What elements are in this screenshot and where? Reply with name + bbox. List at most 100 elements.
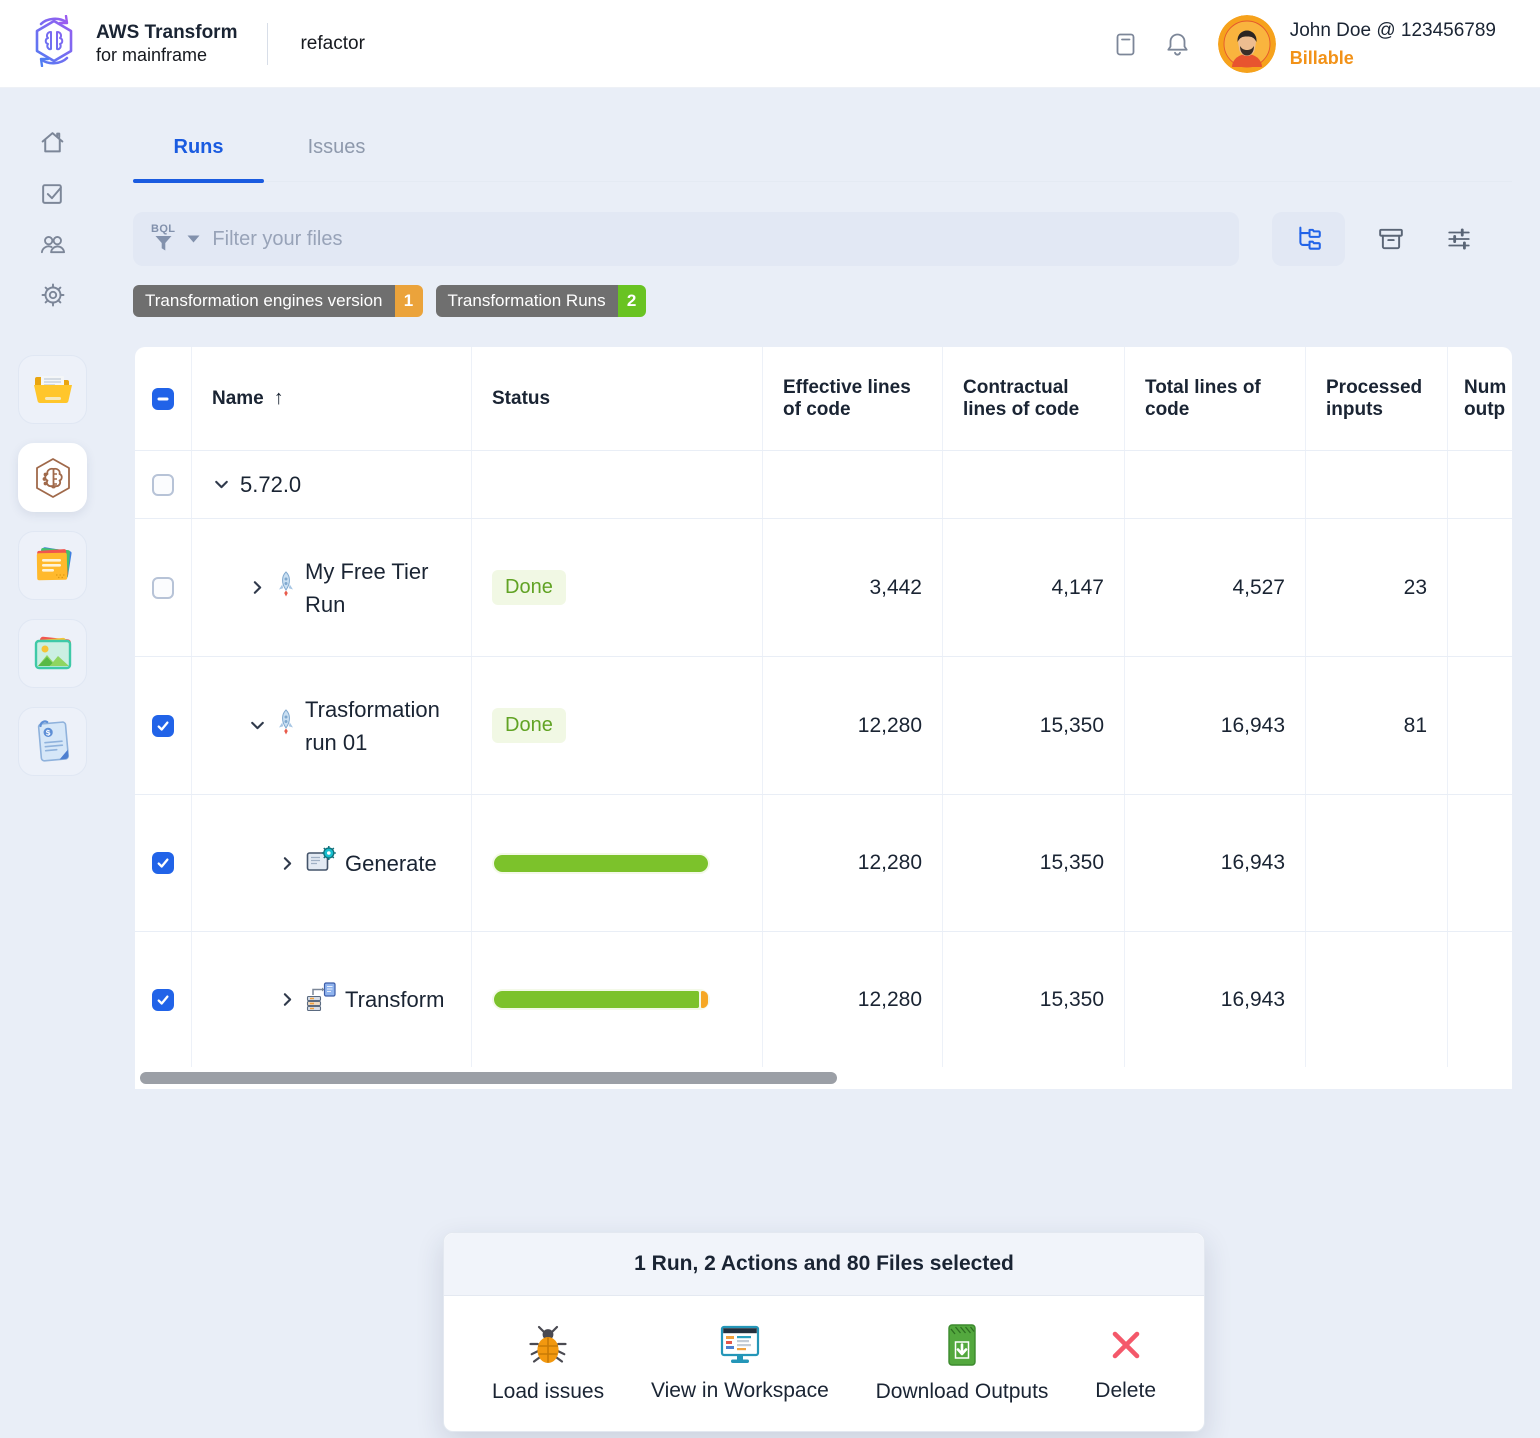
tab-bar: Runs Issues: [133, 118, 1512, 182]
row-checkbox[interactable]: [152, 474, 174, 496]
billable-badge: Billable: [1290, 45, 1496, 71]
top-header: AWS Transform for mainframe refactor: [0, 0, 1540, 88]
status-badge: Done: [492, 570, 566, 605]
action-name: Generate: [345, 847, 437, 880]
chevron-right-icon[interactable]: [248, 578, 267, 597]
workspace-monitor-icon: [717, 1324, 763, 1371]
delete-button[interactable]: Delete: [1095, 1324, 1156, 1403]
tab-runs[interactable]: Runs: [133, 118, 264, 181]
tasks-icon[interactable]: [39, 179, 67, 207]
tab-issues[interactable]: Issues: [264, 118, 409, 181]
tree-view-icon[interactable]: [1272, 212, 1345, 266]
app-title-block: AWS Transform for mainframe: [96, 21, 237, 66]
row-checkbox[interactable]: [152, 715, 174, 737]
invoice-card-icon[interactable]: $: [18, 707, 87, 776]
column-header-name[interactable]: Name ↑: [192, 347, 472, 450]
column-header-contractual-loc[interactable]: Contractual lines of code: [943, 347, 1125, 450]
table-row-action[interactable]: Transform 12,280 15,350 16,943: [135, 931, 1512, 1067]
user-avatar[interactable]: [1218, 15, 1276, 73]
contractual-loc-value: 15,350: [943, 795, 1125, 931]
runs-table: Name ↑ Status Effective lines of code Co…: [135, 347, 1512, 1089]
chip-label: Transformation engines version: [133, 285, 395, 317]
action-label: View in Workspace: [651, 1379, 829, 1403]
processed-inputs-value: [1306, 795, 1448, 931]
app-title: AWS Transform: [96, 21, 237, 45]
download-icon: [940, 1323, 984, 1372]
load-issues-button[interactable]: Load issues: [492, 1323, 604, 1404]
transform-icon: [306, 982, 336, 1017]
select-all-checkbox[interactable]: [152, 388, 174, 410]
table-row-action[interactable]: Generate 12,280 15,350 16,943: [135, 794, 1512, 931]
chevron-down-icon[interactable]: [248, 716, 267, 735]
progress-orange-segment: [701, 991, 708, 1008]
images-card-icon[interactable]: [18, 619, 87, 688]
docs-icon[interactable]: [1100, 32, 1152, 57]
column-header-num-outputs[interactable]: Num outp: [1448, 347, 1512, 450]
table-row-version-group[interactable]: 5.72.0: [135, 450, 1512, 518]
contractual-loc-value: 15,350: [943, 657, 1125, 794]
progress-bar: [492, 989, 710, 1010]
selection-action-panel: 1 Run, 2 Actions and 80 Files selected: [443, 1232, 1205, 1432]
delete-x-icon: [1105, 1324, 1147, 1371]
filter-mode-caret-icon[interactable]: [187, 230, 200, 248]
left-sidebar: $: [0, 88, 105, 1438]
archive-icon[interactable]: [1369, 217, 1413, 261]
aws-transform-logo-icon: [28, 15, 80, 72]
progress-green-segment: [494, 855, 708, 872]
status-badge: Done: [492, 708, 566, 743]
table-row-run[interactable]: My Free Tier Run Done 3,442 4,147 4,527 …: [135, 518, 1512, 656]
column-header-total-loc[interactable]: Total lines of code: [1125, 347, 1306, 450]
row-checkbox[interactable]: [152, 577, 174, 599]
app-logo-block: AWS Transform for mainframe refactor: [28, 15, 365, 72]
chevron-down-icon[interactable]: [212, 475, 231, 494]
notes-card-icon[interactable]: [18, 531, 87, 600]
processed-inputs-value: [1306, 932, 1448, 1067]
processed-inputs-value: 81: [1306, 657, 1448, 794]
version-label: 5.72.0: [240, 468, 301, 501]
sliders-icon[interactable]: [1437, 217, 1481, 261]
total-loc-value: 16,943: [1125, 932, 1306, 1067]
column-header-effective-loc[interactable]: Effective lines of code: [763, 347, 943, 450]
download-outputs-button[interactable]: Download Outputs: [876, 1323, 1049, 1404]
rocket-icon: [276, 709, 296, 742]
settings-icon[interactable]: [39, 281, 67, 309]
brain-hexagon-icon[interactable]: [18, 443, 87, 512]
effective-loc-value: 12,280: [763, 795, 943, 931]
users-icon[interactable]: [39, 230, 67, 258]
bug-icon: [526, 1323, 570, 1372]
user-name: John Doe @ 123456789: [1290, 17, 1496, 45]
total-loc-value: 16,943: [1125, 657, 1306, 794]
view-in-workspace-button[interactable]: View in Workspace: [651, 1324, 829, 1403]
filter-chip-transformation-runs[interactable]: Transformation Runs 2: [436, 285, 646, 317]
column-header-status[interactable]: Status: [472, 347, 763, 450]
page: AWS Transform for mainframe refactor: [0, 0, 1540, 1438]
column-label: Name: [212, 388, 264, 410]
row-checkbox[interactable]: [152, 989, 174, 1011]
column-header-processed-inputs[interactable]: Processed inputs: [1306, 347, 1448, 450]
run-name: My Free Tier Run: [305, 555, 457, 621]
action-label: Load issues: [492, 1380, 604, 1404]
filter-files-input[interactable]: [212, 228, 1221, 251]
effective-loc-value: 12,280: [763, 932, 943, 1067]
table-row-run[interactable]: Trasformation run 01 Done 12,280 15,350 …: [135, 656, 1512, 794]
bell-icon[interactable]: [1152, 31, 1204, 58]
filter-input-wrap: BQL: [133, 212, 1239, 266]
folder-card-icon[interactable]: [18, 355, 87, 424]
chip-label: Transformation Runs: [436, 285, 618, 317]
progress-bar: [492, 853, 710, 874]
user-info[interactable]: John Doe @ 123456789 Billable: [1290, 17, 1496, 71]
effective-loc-value: 3,442: [763, 519, 943, 656]
bql-funnel-icon[interactable]: BQL: [151, 224, 175, 252]
total-loc-value: 4,527: [1125, 519, 1306, 656]
module-name: refactor: [300, 33, 364, 55]
header-divider: [267, 23, 268, 65]
row-checkbox[interactable]: [152, 852, 174, 874]
sort-asc-icon: ↑: [274, 387, 284, 410]
filter-chip-engines-version[interactable]: Transformation engines version 1: [133, 285, 423, 317]
horizontal-scrollbar-track: [135, 1067, 1512, 1089]
action-label: Download Outputs: [876, 1380, 1049, 1404]
chevron-right-icon[interactable]: [278, 854, 297, 873]
chevron-right-icon[interactable]: [278, 990, 297, 1009]
home-icon[interactable]: [39, 128, 67, 156]
horizontal-scrollbar[interactable]: [140, 1072, 837, 1084]
